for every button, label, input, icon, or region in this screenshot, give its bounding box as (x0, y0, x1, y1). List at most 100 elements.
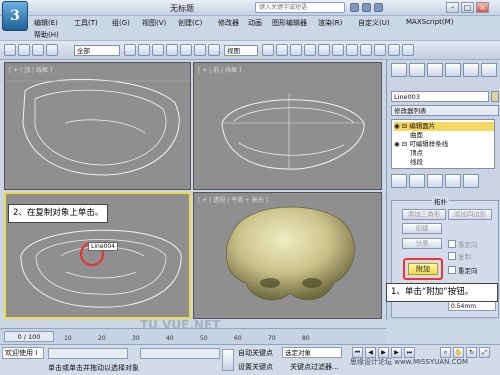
scale-icon[interactable] (208, 44, 220, 56)
object-name-field[interactable]: Line003 (391, 91, 489, 102)
configure-sets-icon[interactable] (463, 174, 479, 188)
tick-label: 40 (166, 335, 174, 342)
perspective-model (225, 206, 355, 301)
menu-bar: 编辑(E) 工具(T) 组(G) 视图(V) 创建(C) 修改器 动画 图形编辑… (30, 16, 500, 29)
motion-tab-icon[interactable] (445, 63, 461, 77)
undo-icon[interactable] (4, 44, 16, 56)
make-unique-icon[interactable] (427, 174, 443, 188)
select-icon[interactable] (124, 44, 136, 56)
status-field (48, 348, 128, 359)
render-setup-icon[interactable] (388, 44, 400, 56)
window-crossing-icon[interactable] (166, 44, 178, 56)
add-quad-button[interactable]: 添加四边形 (448, 209, 492, 220)
menu-customize[interactable]: 自定义(U) (358, 18, 390, 28)
viewport-left[interactable]: 2、在复制对象上单击。 Line004 (4, 192, 191, 319)
tick-label: 50 (200, 335, 208, 342)
align-icon[interactable] (332, 44, 344, 56)
maximize-button[interactable]: □ (461, 2, 474, 13)
coordinate-field[interactable] (140, 348, 220, 359)
create-tab-icon[interactable] (391, 63, 407, 77)
app-logo[interactable]: 3 (2, 1, 28, 31)
binoculars-icon[interactable] (350, 3, 359, 12)
menu-help[interactable]: 帮助(H) (34, 30, 59, 40)
selection-filter-dropdown[interactable]: 全部 (74, 45, 120, 56)
rotate-icon[interactable] (194, 44, 206, 56)
layer-icon[interactable] (346, 44, 358, 56)
unlink-icon[interactable] (46, 44, 58, 56)
display-tab-icon[interactable] (463, 63, 479, 77)
viewport-front[interactable]: [ + | 前 | 线框 ] (193, 62, 382, 190)
show-end-result-icon[interactable] (409, 174, 425, 188)
menu-maxscript[interactable]: MAXScript(M) (406, 18, 453, 26)
curve-editor-icon[interactable] (360, 44, 372, 56)
tick-label: 60 (234, 335, 242, 342)
percent-snap-icon[interactable] (304, 44, 316, 56)
create-button[interactable]: 创建 (402, 223, 442, 234)
coord-system-dropdown[interactable]: 视图 (224, 45, 258, 56)
star-icon[interactable] (362, 3, 371, 12)
utilities-tab-icon[interactable] (481, 63, 497, 77)
viewport-top[interactable]: [ + | 顶 | 线框 ] (4, 62, 192, 190)
menu-create[interactable]: 创建(C) (178, 18, 202, 28)
object-color-swatch[interactable] (491, 91, 499, 102)
rollout-title[interactable]: 拓扑 (432, 196, 449, 206)
render-icon[interactable] (402, 44, 414, 56)
set-key-button[interactable]: 设置关键点 (238, 362, 273, 372)
rect-select-icon[interactable] (152, 44, 164, 56)
add-triangle-button[interactable]: 添加三角形 (402, 209, 446, 220)
menu-views[interactable]: 视图(V) (142, 18, 166, 28)
stack-item[interactable]: 线段 (394, 158, 494, 167)
window-title: 无标题 (170, 4, 194, 13)
minimize-button[interactable]: – (446, 2, 459, 13)
remove-modifier-icon[interactable] (445, 174, 461, 188)
search-input[interactable]: 键入关键字或短语 (255, 2, 345, 13)
title-bar: 无标题 键入关键字或短语 – □ × (0, 0, 500, 16)
frame-counter[interactable]: 0 / 100 (4, 331, 54, 342)
help-icon[interactable] (374, 3, 383, 12)
pivot-icon[interactable] (262, 44, 274, 56)
threshold-spinner[interactable]: 0.54mm (448, 301, 496, 311)
key-icon[interactable] (222, 349, 234, 371)
key-selection-dropdown[interactable]: 选定对象 (282, 347, 342, 358)
time-slider[interactable]: 0 / 100 10 20 30 40 50 60 70 80 (0, 328, 386, 344)
angle-snap-icon[interactable] (290, 44, 302, 56)
key-filters-button[interactable]: 关键点过滤器... (290, 362, 339, 372)
menu-modifiers[interactable]: 修改器 (218, 18, 239, 28)
stack-item[interactable]: 曲面 (394, 131, 494, 140)
auto-key-button[interactable]: 自动关键点 (238, 348, 273, 358)
detach-button[interactable]: 分离 (402, 238, 442, 249)
callout-step1: 1、单击“附加”按钮。 (386, 283, 498, 302)
stack-item[interactable]: ◉ ⊟ 编辑面片 (394, 122, 494, 131)
pin-stack-icon[interactable] (391, 174, 407, 188)
mirror-icon[interactable] (318, 44, 330, 56)
modifier-list-dropdown[interactable]: 修改器列表 (391, 105, 499, 116)
menu-group[interactable]: 组(G) (112, 18, 130, 28)
menu-graph-editors[interactable]: 图形编辑器 (272, 18, 307, 28)
snap-icon[interactable] (276, 44, 288, 56)
attach-button[interactable]: 附加 (408, 263, 438, 275)
close-button[interactable]: × (476, 2, 489, 13)
select-by-name-icon[interactable] (138, 44, 150, 56)
link-icon[interactable] (32, 44, 44, 56)
copy-checkbox[interactable]: 复制 (448, 251, 471, 261)
stack-item[interactable]: ◉ ⊟ 可编辑样条线 (394, 140, 494, 149)
tick-label: 70 (268, 335, 276, 342)
maximize-viewport-icon[interactable]: ⤢ (479, 347, 490, 358)
watermark: 思缘设计论坛 www.MISSYUAN.COM (350, 358, 469, 366)
modify-tab-icon[interactable] (409, 63, 425, 77)
menu-rendering[interactable]: 渲染(R) (318, 18, 342, 28)
move-icon[interactable] (180, 44, 192, 56)
maxscript-listener-tab[interactable]: 欢迎使用 I (2, 347, 44, 359)
viewport-perspective[interactable]: [ + | 透视 | 平滑 + 高光 ] (193, 192, 382, 319)
menu-animation[interactable]: 动画 (248, 18, 262, 28)
material-editor-icon[interactable] (374, 44, 386, 56)
hierarchy-tab-icon[interactable] (427, 63, 443, 77)
redo-icon[interactable] (18, 44, 30, 56)
reorient-attach-checkbox[interactable]: 重定向 (448, 265, 478, 275)
modifier-stack: ◉ ⊟ 编辑面片 曲面 ◉ ⊟ 可编辑样条线 顶点 线段 (391, 119, 495, 169)
menu-tools[interactable]: 工具(T) (74, 18, 98, 28)
menu-edit[interactable]: 编辑(E) (34, 18, 58, 28)
stack-item[interactable]: 顶点 (394, 149, 494, 158)
reorient-checkbox[interactable]: 重定向 (448, 239, 478, 249)
tick-label: 10 (64, 335, 72, 342)
